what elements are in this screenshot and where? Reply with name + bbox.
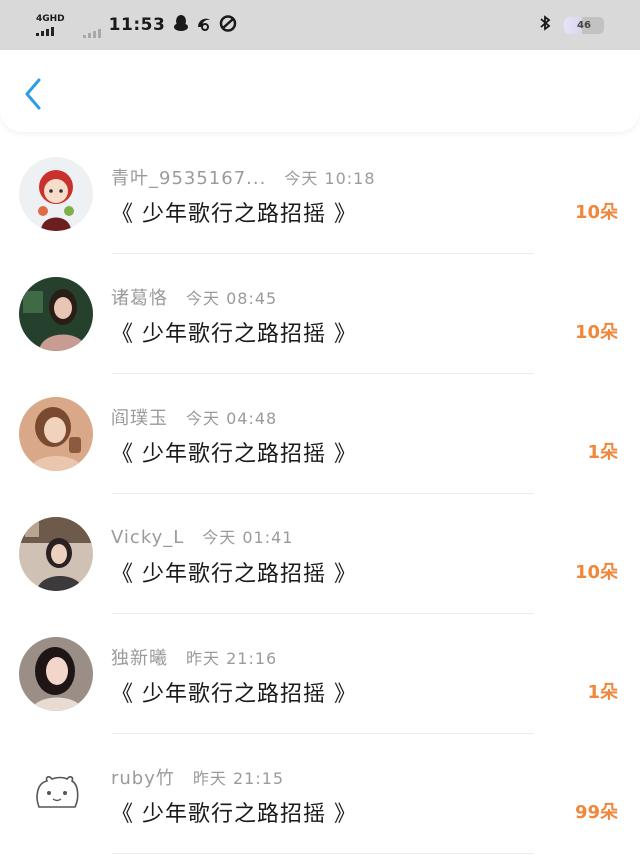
timestamp: 昨天 21:15 [192, 769, 285, 788]
sender-name[interactable]: 独新曦 [111, 644, 168, 670]
list-item[interactable]: Vicky_L 今天 01:41 《 少年歌行之路招摇 》 10朵 [0, 494, 640, 614]
list-item[interactable]: 独新曦 昨天 21:16 《 少年歌行之路招摇 》 1朵 [0, 614, 640, 734]
back-button[interactable] [16, 74, 50, 114]
list-item[interactable]: 诸葛恪 今天 08:45 《 少年歌行之路招摇 》 10朵 [0, 254, 640, 374]
gift-count: 10朵 [574, 322, 618, 343]
book-title: 《 少年歌行之路招摇 》 [111, 202, 357, 227]
timestamp: 今天 08:45 [186, 289, 278, 308]
avatar[interactable] [19, 397, 93, 471]
gift-count: 10朵 [574, 202, 618, 223]
navigation-bar [0, 50, 640, 132]
gift-count: 1朵 [587, 682, 618, 703]
telecom-app-icon [195, 15, 213, 36]
gift-count: 10朵 [574, 562, 618, 583]
battery-level: 46 [577, 19, 591, 31]
secondary-signal-icon [82, 28, 101, 38]
battery-indicator: 46 [564, 16, 604, 34]
app-notification-icon [219, 14, 237, 36]
sender-name[interactable]: 诸葛恪 [111, 284, 168, 310]
divider [112, 853, 534, 854]
status-bar: 4GHD 11:53 46 [0, 0, 640, 50]
status-time: 11:53 [108, 15, 166, 35]
sender-name[interactable]: 阎璞玉 [111, 404, 168, 430]
bluetooth-icon [538, 14, 552, 36]
book-title: 《 少年歌行之路招摇 》 [111, 682, 357, 707]
list-item[interactable]: 阎璞玉 今天 04:48 《 少年歌行之路招摇 》 1朵 [0, 374, 640, 494]
timestamp: 昨天 21:16 [186, 649, 278, 668]
gift-count: 1朵 [587, 442, 618, 463]
avatar[interactable] [19, 277, 93, 351]
book-title: 《 少年歌行之路招摇 》 [111, 562, 357, 587]
avatar[interactable] [19, 637, 93, 711]
avatar[interactable] [19, 757, 93, 831]
book-title: 《 少年歌行之路招摇 》 [111, 802, 357, 827]
timestamp: 今天 04:48 [186, 409, 278, 428]
avatar[interactable] [19, 517, 93, 591]
chevron-left-icon [25, 78, 41, 110]
gift-record-list: 青叶_9535167... 今天 10:18 《 少年歌行之路招摇 》 10朵 … [0, 134, 640, 854]
avatar[interactable] [19, 157, 93, 231]
network-type: 4GHD [36, 13, 65, 24]
qq-penguin-icon [173, 14, 189, 36]
timestamp: 今天 10:18 [284, 169, 376, 188]
sender-name[interactable]: 青叶_9535167... [111, 164, 266, 190]
sender-name[interactable]: ruby竹 [111, 764, 175, 790]
gift-count: 99朵 [574, 802, 618, 823]
timestamp: 今天 01:41 [202, 528, 294, 547]
book-title: 《 少年歌行之路招摇 》 [111, 442, 357, 467]
list-item[interactable]: ruby竹 昨天 21:15 《 少年歌行之路招摇 》 99朵 [0, 734, 640, 854]
cellular-signal-icon: 4GHD [36, 13, 65, 36]
book-title: 《 少年歌行之路招摇 》 [111, 322, 357, 347]
sender-name[interactable]: Vicky_L [111, 527, 184, 548]
list-item[interactable]: 青叶_9535167... 今天 10:18 《 少年歌行之路招摇 》 10朵 [0, 134, 640, 254]
